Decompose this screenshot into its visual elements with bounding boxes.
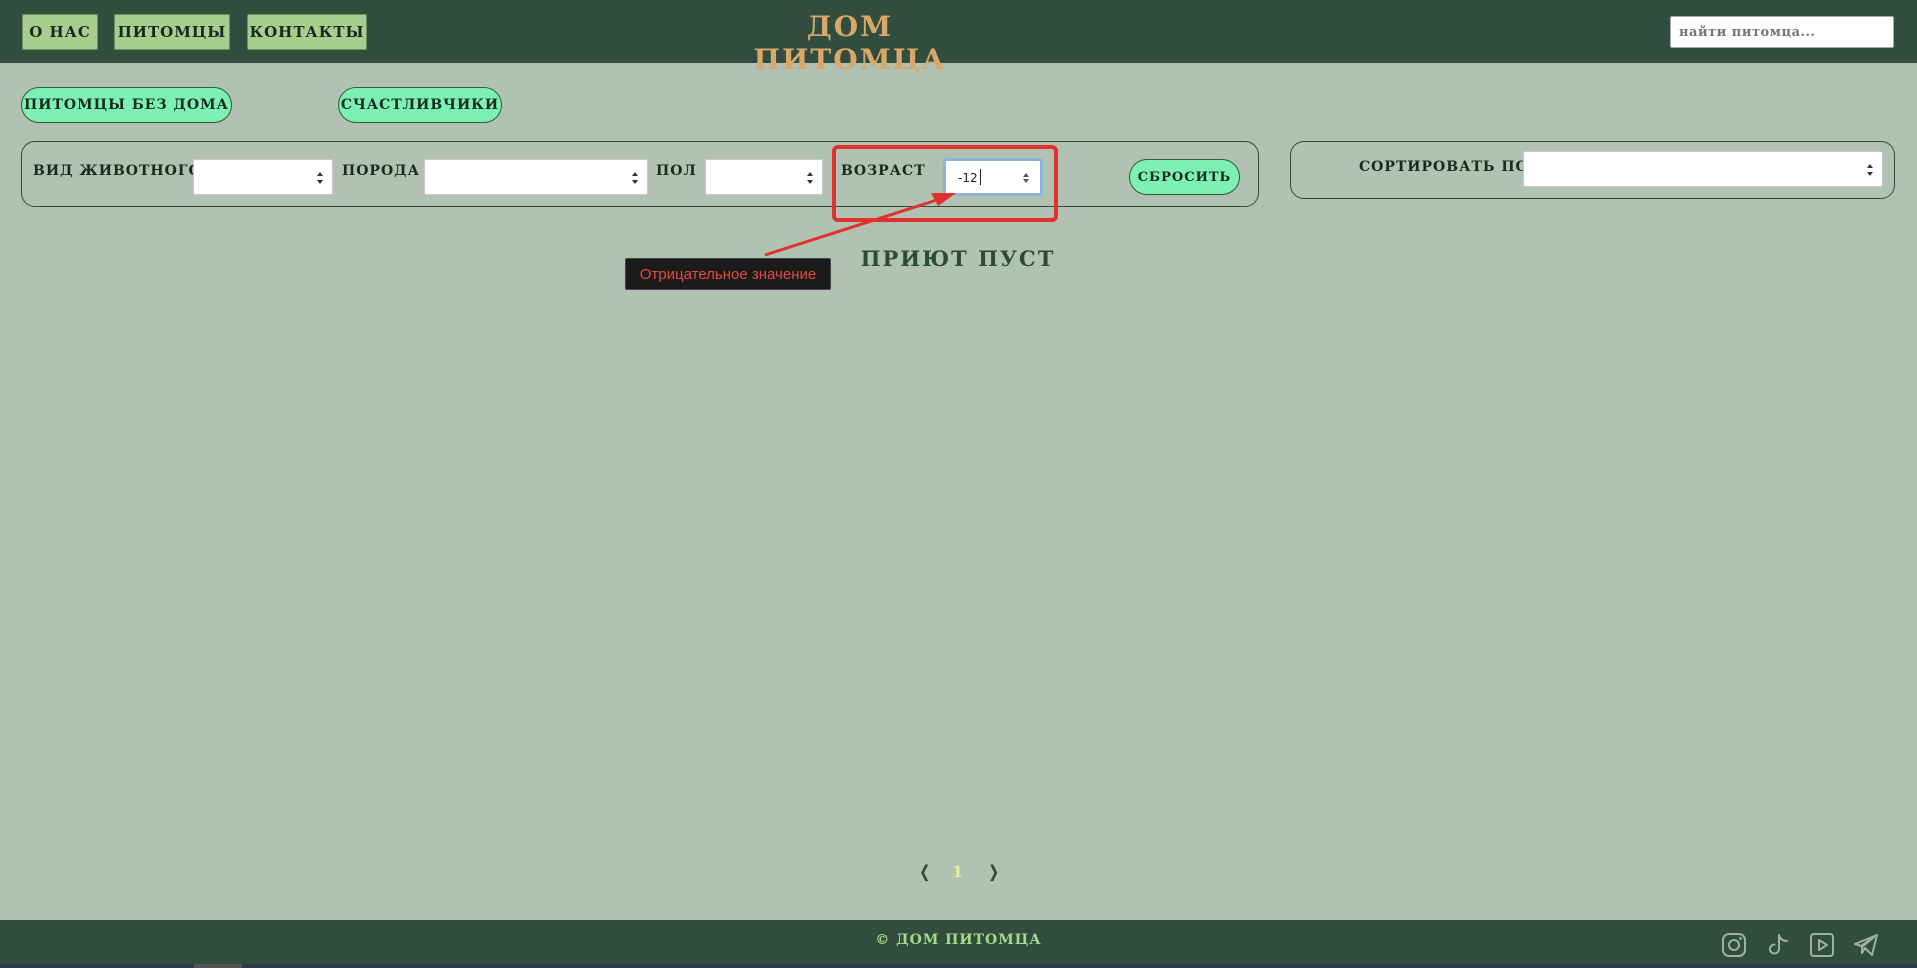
gender-select[interactable] [705, 159, 823, 195]
prev-page-button[interactable]: ❬ [918, 862, 931, 881]
next-page-button[interactable]: ❭ [987, 862, 1000, 881]
nav-contacts-button[interactable]: контакты [247, 14, 367, 50]
tiktok-icon[interactable] [1765, 932, 1791, 958]
highlight-box [832, 145, 1058, 222]
select-arrows-icon [1867, 164, 1873, 176]
nav-pets-button[interactable]: питомцы [114, 14, 230, 50]
gender-label: пол [656, 163, 697, 179]
tab-lucky-pets[interactable]: счастливчики [338, 87, 502, 123]
select-arrows-icon [632, 172, 638, 184]
search-input[interactable] [1670, 16, 1894, 48]
instagram-icon[interactable] [1721, 932, 1747, 958]
youtube-icon[interactable] [1809, 932, 1835, 958]
breed-select[interactable] [424, 159, 648, 195]
empty-shelter-message: приют пуст [860, 246, 1056, 271]
taskbar-tab[interactable] [194, 964, 242, 968]
validation-tooltip: Отрицательное значение [625, 258, 831, 290]
taskbar-strip [0, 964, 1917, 968]
nav-about-button[interactable]: о нас [22, 14, 98, 50]
sort-label: сортировать по [1359, 159, 1529, 175]
species-label: вид животного [33, 163, 202, 179]
site-title: дом питомца [753, 10, 947, 76]
select-arrows-icon [807, 172, 813, 184]
page-number-1[interactable]: 1 [952, 862, 963, 881]
footer: © дом питомца [0, 920, 1917, 968]
telegram-icon[interactable] [1853, 932, 1879, 958]
footer-copyright: © дом питомца [875, 932, 1042, 948]
sort-select[interactable] [1523, 151, 1883, 187]
reset-button[interactable]: сбросить [1129, 159, 1240, 195]
header: о нас питомцы контакты дом питомца [0, 0, 1917, 76]
select-arrows-icon [317, 172, 323, 184]
species-select[interactable] [193, 159, 333, 195]
breed-label: порода [342, 163, 420, 179]
tab-homeless-pets[interactable]: питомцы без дома [21, 87, 232, 123]
